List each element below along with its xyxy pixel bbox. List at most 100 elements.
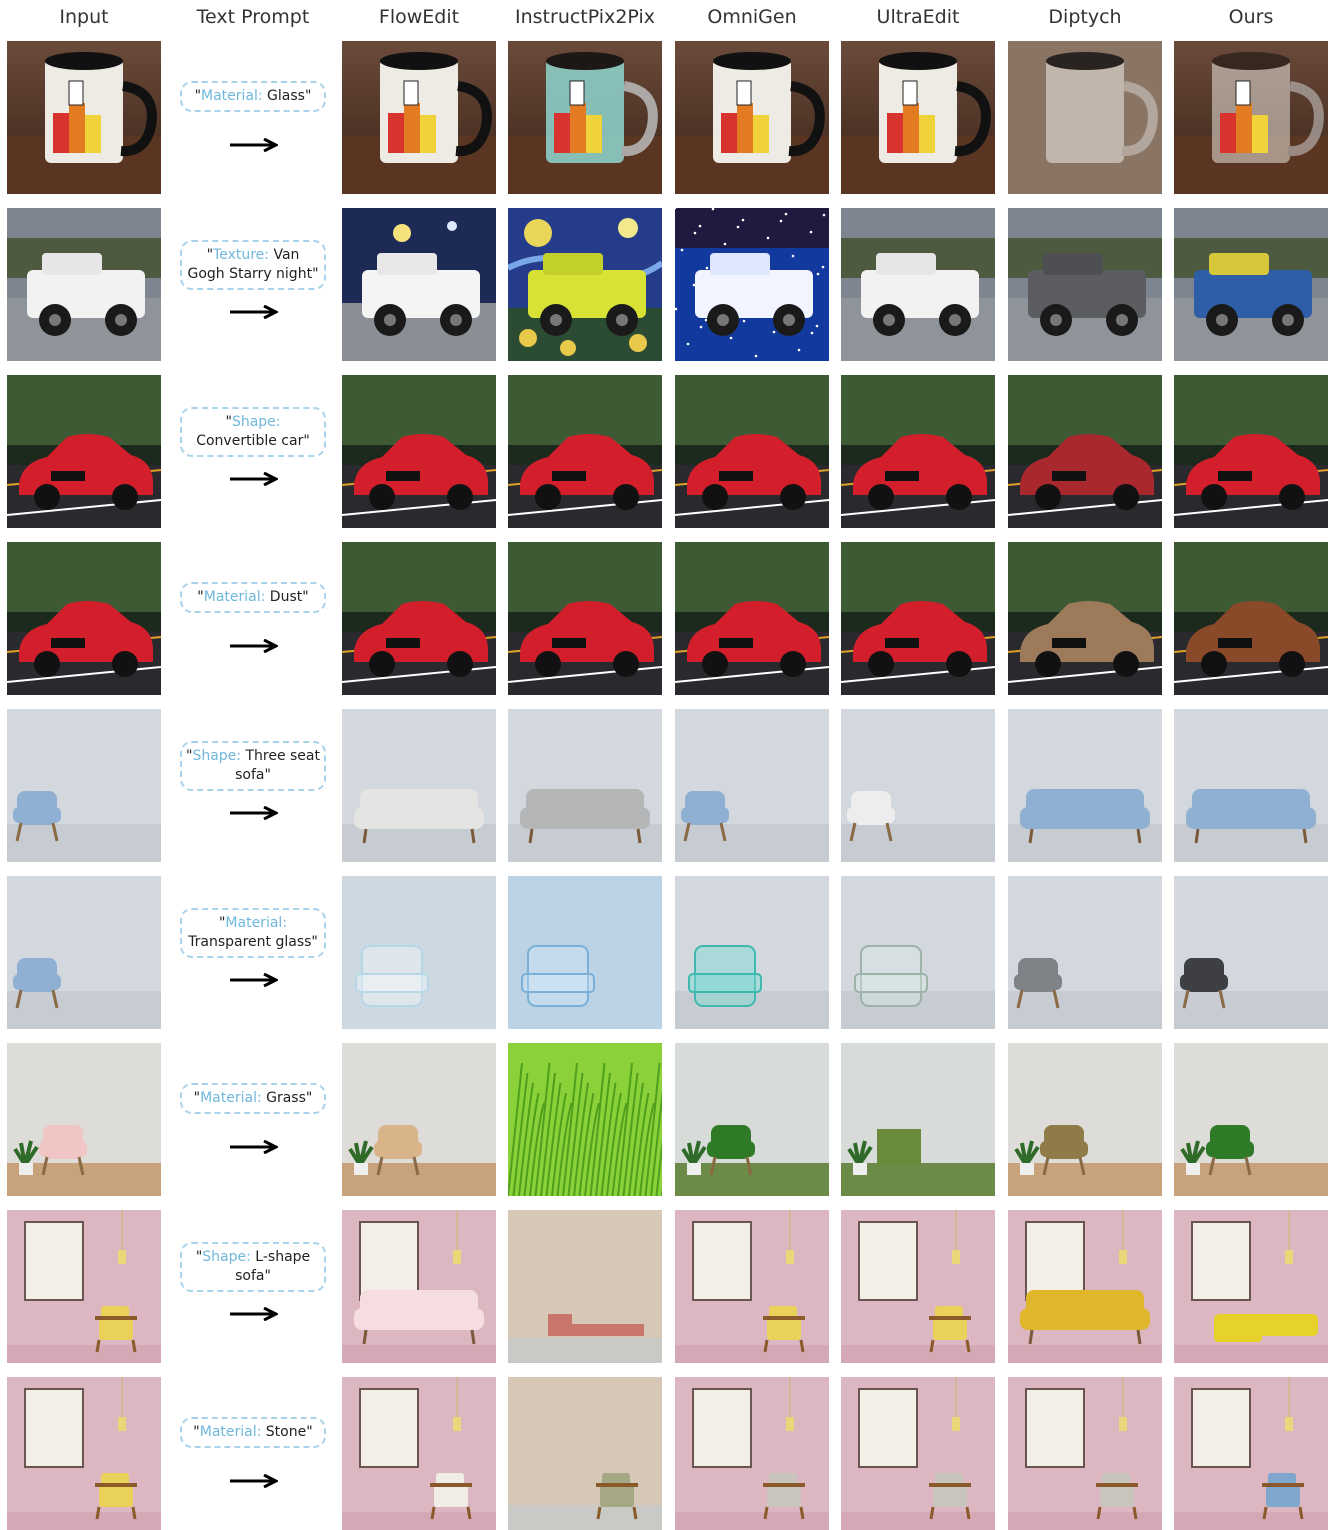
header-ours: Ours (1228, 6, 1274, 28)
prompt-box-row-6: "Material: Transparent glass" (180, 908, 326, 958)
prompt-keyword: Material: (200, 1090, 262, 1106)
header-instructpix2pix: InstructPix2Pix (515, 6, 655, 28)
omnigen-image-row-5 (675, 709, 829, 862)
prompt-keyword: Material: (203, 589, 266, 605)
input-image-row-3 (7, 375, 161, 528)
ours-image-row-3 (1174, 375, 1328, 528)
flowedit-image-row-4 (342, 542, 496, 695)
diptych-image-row-4 (1008, 542, 1162, 695)
diptych-image-row-1 (1008, 41, 1162, 194)
flowedit-image-row-6 (342, 876, 496, 1029)
omnigen-image-row-7 (675, 1043, 829, 1196)
arrow-icon (230, 1139, 280, 1155)
prompt-keyword: Shape: (231, 414, 281, 430)
input-image-row-6 (7, 876, 161, 1029)
omnigen-image-row-8 (675, 1210, 829, 1363)
instructpix2pix-image-row-6 (508, 876, 662, 1029)
omnigen-image-row-2 (675, 208, 829, 361)
diptych-image-row-7 (1008, 1043, 1162, 1196)
instructpix2pix-image-row-1 (508, 41, 662, 194)
flowedit-image-row-2 (342, 208, 496, 361)
prompt-keyword: Shape: (202, 1249, 251, 1265)
omnigen-image-row-6 (675, 876, 829, 1029)
ultraedit-image-row-7 (841, 1043, 995, 1196)
arrow-icon (230, 638, 280, 654)
prompt-value: Convertible car (196, 433, 304, 449)
flowedit-image-row-8 (342, 1210, 496, 1363)
arrow-icon (230, 972, 280, 988)
ours-image-row-8 (1174, 1210, 1328, 1363)
instructpix2pix-image-row-9 (508, 1377, 662, 1530)
prompt-box-row-9: "Material: Stone" (180, 1417, 326, 1448)
instructpix2pix-image-row-2 (508, 208, 662, 361)
ours-image-row-7 (1174, 1043, 1328, 1196)
input-image-row-1 (7, 41, 161, 194)
diptych-image-row-9 (1008, 1377, 1162, 1530)
instructpix2pix-image-row-5 (508, 709, 662, 862)
ultraedit-image-row-9 (841, 1377, 995, 1530)
diptych-image-row-8 (1008, 1210, 1162, 1363)
header-diptych: Diptych (1048, 6, 1122, 28)
header-input: Input (59, 6, 109, 28)
flowedit-image-row-9 (342, 1377, 496, 1530)
input-image-row-5 (7, 709, 161, 862)
header-ultraedit: UltraEdit (876, 6, 960, 28)
flowedit-image-row-1 (342, 41, 496, 194)
ours-image-row-1 (1174, 41, 1328, 194)
prompt-box-row-4: "Material: Dust" (180, 582, 326, 613)
input-image-row-7 (7, 1043, 161, 1196)
ultraedit-image-row-4 (841, 542, 995, 695)
prompt-value: Dust (265, 589, 303, 605)
arrow-icon (230, 304, 280, 320)
instructpix2pix-image-row-7 (508, 1043, 662, 1196)
prompt-box-row-3: "Shape: Convertible car" (180, 407, 326, 457)
diptych-image-row-2 (1008, 208, 1162, 361)
prompt-value: Transparent glass (188, 934, 312, 950)
prompt-box-row-8: "Shape: L-shape sofa" (180, 1242, 326, 1292)
header-omnigen: OmniGen (707, 6, 797, 28)
instructpix2pix-image-row-4 (508, 542, 662, 695)
ultraedit-image-row-1 (841, 41, 995, 194)
omnigen-image-row-4 (675, 542, 829, 695)
arrow-icon (230, 137, 280, 153)
prompt-value: Glass (262, 88, 305, 104)
prompt-box-row-1: "Material: Glass" (180, 81, 326, 112)
flowedit-image-row-7 (342, 1043, 496, 1196)
arrow-icon (230, 1473, 280, 1489)
prompt-box-row-7: "Material: Grass" (180, 1083, 326, 1114)
input-image-row-4 (7, 542, 161, 695)
prompt-value: Stone (261, 1424, 307, 1440)
arrow-icon (230, 1306, 280, 1322)
ultraedit-image-row-6 (841, 876, 995, 1029)
ours-image-row-6 (1174, 876, 1328, 1029)
input-image-row-2 (7, 208, 161, 361)
instructpix2pix-image-row-3 (508, 375, 662, 528)
prompt-box-row-2: "Texture: Van Gogh Starry night" (180, 240, 326, 290)
arrow-icon (230, 471, 280, 487)
omnigen-image-row-9 (675, 1377, 829, 1530)
ours-image-row-5 (1174, 709, 1328, 862)
diptych-image-row-6 (1008, 876, 1162, 1029)
ultraedit-image-row-2 (841, 208, 995, 361)
diptych-image-row-5 (1008, 709, 1162, 862)
flowedit-image-row-3 (342, 375, 496, 528)
ultraedit-image-row-3 (841, 375, 995, 528)
input-image-row-9 (7, 1377, 161, 1530)
prompt-keyword: Material: (225, 915, 288, 931)
ours-image-row-9 (1174, 1377, 1328, 1530)
ours-image-row-4 (1174, 542, 1328, 695)
ultraedit-image-row-8 (841, 1210, 995, 1363)
ultraedit-image-row-5 (841, 709, 995, 862)
prompt-keyword: Material: (201, 88, 263, 104)
prompt-value: Grass (261, 1090, 306, 1106)
prompt-value: Three seat sofa (235, 748, 320, 783)
diptych-image-row-3 (1008, 375, 1162, 528)
input-image-row-8 (7, 1210, 161, 1363)
prompt-keyword: Material: (199, 1424, 262, 1440)
prompt-box-row-5: "Shape: Three seat sofa" (180, 741, 326, 791)
flowedit-image-row-5 (342, 709, 496, 862)
header-text-prompt: Text Prompt (196, 6, 310, 28)
ours-image-row-2 (1174, 208, 1328, 361)
header-flowedit: FlowEdit (378, 6, 460, 28)
omnigen-image-row-3 (675, 375, 829, 528)
